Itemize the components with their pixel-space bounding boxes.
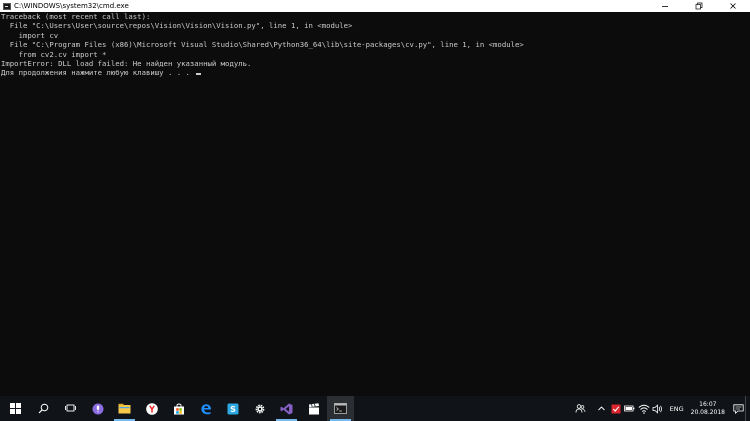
console-prompt-line: Для продолжения нажмите любую клавишу . …	[1, 68, 741, 77]
language-indicator[interactable]: ENG	[670, 405, 684, 413]
windows-logo-icon	[9, 403, 21, 414]
task-view-icon	[65, 404, 76, 412]
search-button[interactable]	[30, 396, 57, 421]
settings-button[interactable]	[246, 396, 273, 421]
window-controls	[648, 0, 750, 12]
close-button[interactable]	[716, 0, 750, 12]
yandex-icon	[145, 402, 158, 415]
microphone-icon	[92, 403, 103, 414]
clock-time: 16:07	[699, 400, 717, 408]
antivirus-icon	[611, 404, 621, 413]
yandex-browser-button[interactable]	[138, 396, 165, 421]
file-explorer-button[interactable]	[111, 396, 138, 421]
start-button[interactable]	[0, 396, 30, 421]
wifi-icon	[638, 404, 650, 414]
close-icon	[730, 3, 736, 9]
console-line: File "C:\Users\User\source\repos\Vision\…	[1, 21, 353, 31]
edge-button[interactable]	[192, 396, 219, 421]
taskbar: S ENG 16:07 20.08.2018	[0, 396, 750, 421]
minimize-button[interactable]	[648, 0, 682, 12]
store-icon	[173, 403, 184, 414]
speaker-icon	[652, 403, 663, 414]
visual-studio-icon	[280, 403, 293, 414]
console-line: Traceback (most recent call last):	[1, 12, 151, 21]
skype-icon: S	[227, 403, 238, 414]
maximize-button[interactable]	[682, 0, 716, 12]
console-icon	[334, 403, 347, 414]
chevron-up-icon	[598, 406, 605, 411]
movies-button[interactable]	[300, 396, 327, 421]
action-center-button[interactable]	[731, 396, 745, 421]
console-output[interactable]: Traceback (most recent call last): File …	[1, 12, 741, 396]
console-line: import cv	[1, 30, 59, 40]
system-tray: ENG 16:07 20.08.2018	[574, 396, 750, 421]
clock[interactable]: 16:07 20.08.2018	[691, 401, 725, 417]
network-tray-button[interactable]	[638, 396, 650, 421]
text-cursor	[196, 73, 202, 76]
clock-date: 20.08.2018	[690, 408, 725, 416]
search-icon	[38, 403, 49, 414]
console-scrollbar[interactable]	[742, 12, 750, 396]
volume-tray-button[interactable]	[652, 396, 664, 421]
skype-button[interactable]: S	[219, 396, 246, 421]
folder-icon	[118, 403, 131, 414]
console-prompt-text: Для продолжения нажмите любую клавишу . …	[1, 68, 195, 78]
edge-icon	[200, 403, 211, 414]
store-button[interactable]	[165, 396, 192, 421]
cmd-button[interactable]	[327, 396, 354, 421]
title-bar[interactable]: C:\WINDOWS\system32\cmd.exe	[0, 0, 750, 12]
gear-icon	[255, 404, 264, 413]
minimize-icon	[662, 6, 668, 7]
people-button[interactable]	[575, 396, 587, 421]
restore-icon	[695, 2, 703, 10]
console-line: File "C:\Program Files (x86)\Microsoft V…	[1, 40, 524, 50]
antivirus-tray-button[interactable]	[610, 396, 622, 421]
show-desktop-button[interactable]	[745, 396, 750, 421]
notification-icon	[732, 403, 744, 414]
clapperboard-icon	[308, 402, 319, 414]
people-icon	[575, 404, 586, 413]
cmd-window: C:\WINDOWS\system32\cmd.exe Traceback (m…	[0, 0, 750, 396]
console-line: from cv2.cv import *	[1, 49, 107, 59]
cortana-button[interactable]	[84, 396, 111, 421]
task-view-button[interactable]	[57, 396, 84, 421]
battery-icon	[624, 405, 635, 412]
show-hidden-icons-button[interactable]	[596, 396, 608, 421]
window-title: C:\WINDOWS\system32\cmd.exe	[14, 2, 129, 10]
cmd-app-icon	[3, 2, 11, 10]
console-line: ImportError: DLL load failed: Не найден …	[1, 58, 252, 68]
svg-text:S: S	[230, 405, 236, 414]
battery-tray-button[interactable]	[624, 396, 636, 421]
visual-studio-button[interactable]	[273, 396, 300, 421]
